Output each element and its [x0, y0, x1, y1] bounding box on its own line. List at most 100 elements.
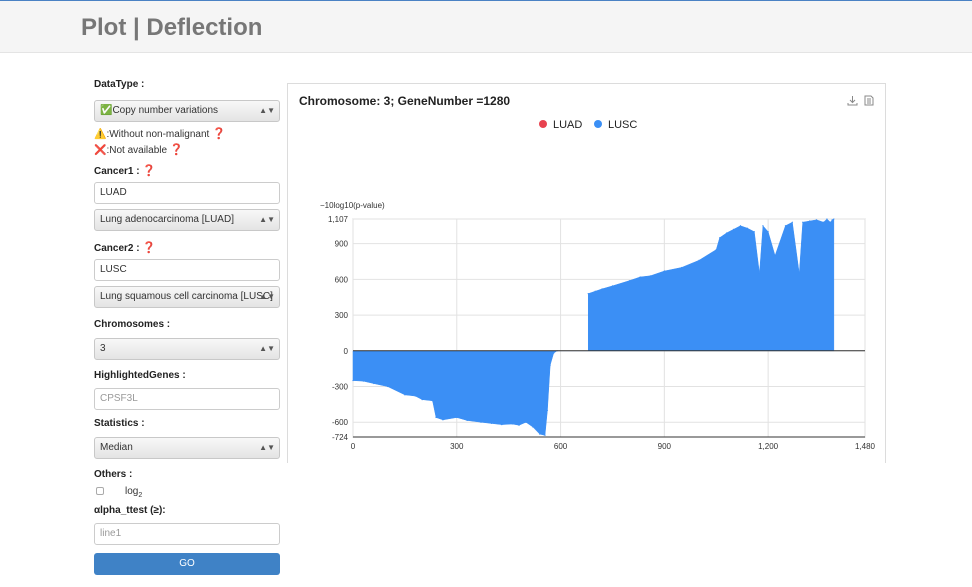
deflection-chart: LUAD LUSC −10log10(p-value) 0 300 600 900 1,…	[320, 119, 876, 451]
x-tick-label: 600	[554, 442, 568, 451]
statistics-label: Statistics :	[94, 418, 145, 429]
datatype-label: DataType :	[94, 79, 145, 90]
help-icon[interactable]: ❓	[142, 165, 156, 177]
chart-title: Chromosome: 3; GeneNumber =1280	[299, 94, 511, 108]
data-point	[587, 293, 589, 295]
data-point	[829, 221, 832, 223]
y-tick-label: 900	[335, 240, 349, 249]
note-not-available: ❌:Not available ❓	[94, 143, 184, 156]
chromosomes-value: 3	[100, 343, 106, 354]
cancer1-label: Cancer1 : ❓	[94, 164, 156, 177]
cancer1-input[interactable]: LUAD	[94, 182, 280, 204]
data-point	[431, 400, 434, 402]
data-point	[815, 219, 818, 221]
data-point	[663, 270, 665, 272]
data-point	[791, 221, 793, 223]
chromosomes-select[interactable]: 3 ▲▼	[94, 338, 280, 360]
data-point	[732, 228, 735, 230]
data-point	[802, 221, 804, 223]
data-point	[753, 231, 755, 233]
statistics-value: Median	[100, 442, 133, 453]
cancer2-label: Cancer2 : ❓	[94, 241, 156, 254]
data-point	[435, 416, 437, 419]
page-title: Plot | Deflection	[81, 14, 263, 41]
highlighted-genes-label: HighlightedGenes :	[94, 370, 186, 381]
cancer2-select[interactable]: Lung squamous cell carcinoma [LUSC] ▲▼	[94, 286, 280, 308]
data-point	[698, 259, 700, 261]
data-point	[539, 433, 541, 435]
legend-luad-label[interactable]: LUAD	[553, 119, 582, 131]
data-point	[414, 395, 416, 397]
cancer2-label-text: Cancer2 :	[94, 243, 140, 254]
data-point	[746, 227, 748, 229]
data-point	[362, 380, 364, 382]
x-tick-label: 1,200	[758, 442, 779, 451]
data-point	[466, 419, 468, 422]
data-point	[719, 237, 721, 239]
highlighted-genes-input[interactable]: CPSF3L	[94, 388, 280, 410]
unavailable-note-text: ❌:Not available	[94, 145, 168, 156]
data-point	[490, 422, 492, 425]
select-arrows-icon: ▲▼	[259, 292, 275, 301]
data-point	[480, 421, 482, 423]
data-point	[421, 399, 423, 401]
data-point	[726, 232, 728, 234]
data-point	[373, 382, 375, 385]
x-tick-label: 900	[658, 442, 672, 451]
data-point	[442, 419, 444, 421]
statistics-select[interactable]: Median ▲▼	[94, 437, 280, 459]
data-point	[809, 220, 811, 222]
alpha-ttest-input[interactable]: line1	[94, 523, 280, 545]
data-point	[386, 385, 389, 388]
data-point	[739, 225, 742, 227]
warning-note-text: ⚠️:Without non-malignant	[94, 129, 210, 140]
select-arrows-icon: ▲▼	[259, 106, 275, 115]
y-tick-label: 0	[344, 347, 349, 356]
alpha-ttest-label: αlpha_ttest (≥):	[94, 505, 166, 516]
select-arrows-icon: ▲▼	[259, 443, 275, 452]
data-point	[833, 218, 835, 220]
y-tick-label: 300	[335, 311, 349, 320]
data-point	[532, 426, 534, 428]
data-point	[826, 218, 828, 220]
log2-subscript: 2	[138, 492, 143, 499]
help-icon[interactable]: ❓	[170, 144, 184, 156]
cancer1-select[interactable]: Lung adenocarcinoma [LUAD] ▲▼	[94, 209, 280, 231]
chromosomes-label: Chromosomes :	[94, 319, 171, 330]
legend-lusc-label[interactable]: LUSC	[608, 119, 637, 131]
cancer2-select-value: Lung squamous cell carcinoma [LUSC]	[100, 291, 273, 302]
data-point	[681, 266, 683, 269]
data-point	[456, 416, 458, 419]
data-point	[774, 254, 776, 257]
data-point	[594, 290, 596, 292]
legend-luad-marker[interactable]	[539, 120, 547, 128]
y-tick-label: -600	[332, 418, 349, 427]
y-tick-label: 600	[335, 275, 349, 284]
data-point	[767, 231, 769, 233]
data-point	[798, 272, 800, 275]
data-point	[649, 275, 652, 277]
datatype-value: ✅Copy number variations	[100, 105, 219, 116]
legend-lusc-marker[interactable]	[594, 120, 602, 128]
document-icon[interactable]	[864, 95, 874, 109]
log2-label: log2	[125, 486, 142, 499]
help-icon[interactable]: ❓	[142, 242, 156, 254]
data-point	[518, 424, 520, 426]
datatype-select[interactable]: ✅Copy number variations ▲▼	[94, 100, 280, 122]
data-point	[544, 434, 546, 436]
log2-checkbox[interactable]	[96, 487, 104, 495]
cancer1-label-text: Cancer1 :	[94, 166, 140, 177]
log2-label-text: log	[125, 486, 139, 497]
data-point	[511, 423, 513, 425]
help-icon[interactable]: ❓	[212, 128, 226, 140]
data-point	[784, 225, 787, 227]
download-icon[interactable]	[847, 95, 858, 109]
others-label: Others :	[94, 469, 133, 480]
select-arrows-icon: ▲▼	[259, 215, 275, 224]
cancer2-input[interactable]: LUSC	[94, 259, 280, 281]
go-button[interactable]: GO	[94, 553, 280, 575]
data-point	[639, 276, 641, 278]
data-point	[629, 279, 631, 282]
series-area-lusc[interactable]	[352, 218, 835, 436]
chart-legend: LUAD LUSC	[539, 119, 637, 131]
